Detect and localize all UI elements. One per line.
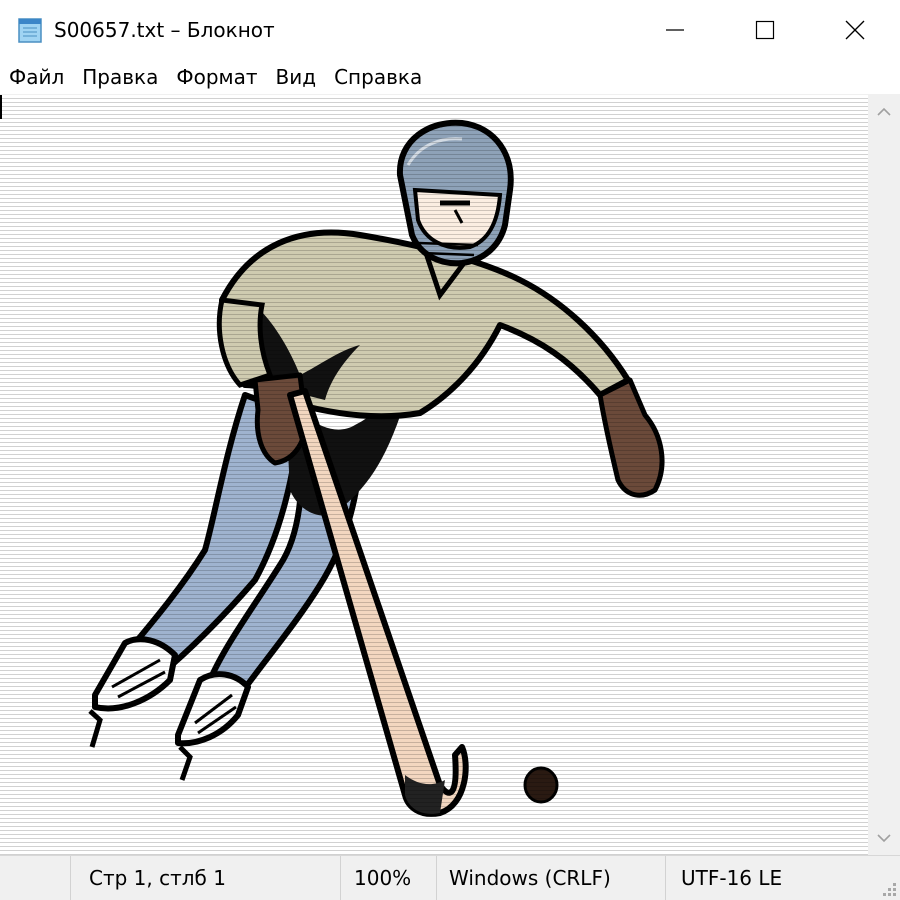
chevron-up-icon: [877, 107, 891, 116]
status-divider: [340, 856, 341, 900]
scroll-up-button[interactable]: [868, 95, 900, 129]
menu-help[interactable]: Справка: [324, 60, 430, 94]
minimize-button[interactable]: [630, 0, 720, 60]
title-bar[interactable]: S00657.txt – Блокнот: [0, 0, 900, 60]
menu-file[interactable]: Файл: [0, 60, 72, 94]
status-divider: [70, 856, 71, 900]
notepad-icon: [18, 18, 42, 43]
left-skate: [88, 636, 178, 748]
hockey-player-picture: [0, 95, 868, 855]
player-head: [396, 119, 514, 267]
scroll-down-button[interactable]: [868, 821, 900, 855]
puck: [523, 766, 559, 804]
menu-format[interactable]: Формат: [166, 60, 265, 94]
status-divider: [665, 856, 666, 900]
right-skate: [175, 671, 251, 781]
cursor-position: Стр 1, стлб 1: [89, 866, 226, 890]
close-button[interactable]: [810, 0, 900, 60]
right-glove: [597, 377, 665, 498]
status-bar: Стр 1, стлб 1 100% Windows (CRLF) UTF-16…: [0, 855, 900, 900]
resize-grip-icon[interactable]: [878, 878, 898, 898]
status-divider: [436, 856, 437, 900]
line-ending: Windows (CRLF): [449, 866, 611, 890]
maximize-icon: [755, 20, 775, 40]
menu-edit[interactable]: Правка: [72, 60, 166, 94]
zoom-level: 100%: [354, 866, 412, 890]
text-caret: [0, 95, 2, 119]
encoding: UTF-16 LE: [681, 866, 783, 890]
window-title: S00657.txt – Блокнот: [54, 18, 275, 42]
menu-bar: Файл Правка Формат Вид Справка: [0, 60, 900, 94]
chevron-down-icon: [877, 834, 891, 843]
maximize-button[interactable]: [720, 0, 810, 60]
menu-view[interactable]: Вид: [266, 60, 325, 94]
close-icon: [845, 20, 865, 40]
minimize-icon: [666, 29, 684, 31]
vertical-scrollbar[interactable]: [868, 95, 900, 855]
text-editor[interactable]: [0, 95, 868, 855]
